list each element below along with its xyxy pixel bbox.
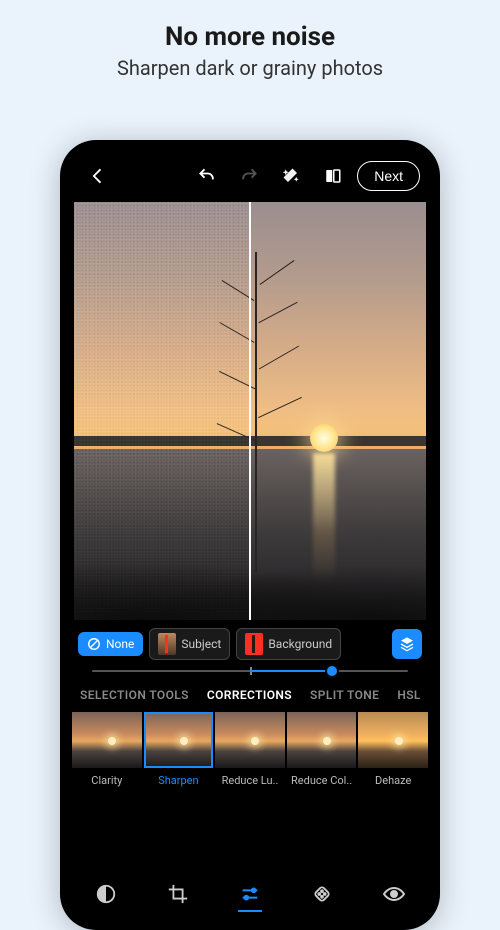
mask-subject-thumb (158, 633, 176, 655)
mask-subject-label: Subject (181, 637, 221, 651)
preset-reduce-luminance[interactable]: Reduce Lu.. (215, 712, 285, 787)
tab-selection-tools[interactable]: SELECTION TOOLS (80, 688, 189, 702)
nav-heal-icon[interactable] (302, 874, 342, 914)
layers-icon (399, 636, 415, 652)
layers-button[interactable] (392, 629, 422, 659)
auto-wand-icon[interactable] (273, 158, 309, 194)
preset-reduce-color[interactable]: Reduce Col.. (287, 712, 357, 787)
photo-preview[interactable] (74, 202, 426, 620)
phone-frame: Next None (60, 140, 440, 930)
preset-row: Clarity Sharpen Reduce Lu.. Reduce Col..… (70, 708, 430, 787)
back-icon[interactable] (80, 158, 116, 194)
preset-clarity[interactable]: Clarity (72, 712, 142, 787)
nav-adjust-icon[interactable] (230, 874, 270, 914)
compare-icon[interactable] (315, 158, 351, 194)
adjust-tabs: SELECTION TOOLS CORRECTIONS SPLIT TONE H… (70, 682, 430, 708)
mask-background-button[interactable]: Background (236, 628, 341, 660)
mask-background-thumb (245, 633, 263, 655)
prohibit-icon (87, 637, 101, 651)
redo-icon[interactable] (231, 158, 267, 194)
promo-subtitle: Sharpen dark or grainy photos (0, 56, 500, 80)
topbar: Next (70, 150, 430, 202)
preset-clarity-label: Clarity (72, 774, 142, 787)
noise-overlay-left (74, 202, 250, 620)
mask-subject-button[interactable]: Subject (149, 628, 230, 660)
photo-sun (310, 424, 338, 452)
nav-crop-icon[interactable] (158, 874, 198, 914)
preset-dehaze-label: Dehaze (358, 774, 428, 787)
preset-sharpen[interactable]: Sharpen (144, 712, 214, 787)
tab-corrections[interactable]: CORRECTIONS (207, 688, 292, 702)
undo-icon[interactable] (189, 158, 225, 194)
nav-redeye-icon[interactable] (374, 874, 414, 914)
promo-title: No more noise (0, 22, 500, 52)
bottom-nav (70, 872, 430, 920)
next-button[interactable]: Next (357, 161, 420, 191)
slider-thumb[interactable] (325, 664, 339, 678)
preset-sharpen-label: Sharpen (144, 774, 214, 787)
mask-none-button[interactable]: None (78, 632, 143, 656)
mask-background-label: Background (268, 637, 332, 651)
preset-dehaze[interactable]: Dehaze (358, 712, 428, 787)
nav-looks-icon[interactable] (86, 874, 126, 914)
preset-reduce-col-label: Reduce Col.. (287, 774, 357, 787)
app-screen: Next None (70, 150, 430, 920)
tab-split-tone[interactable]: SPLIT TONE (310, 688, 379, 702)
mask-row: None Subject Background (70, 620, 430, 664)
compare-divider[interactable] (249, 202, 251, 620)
tab-hsl[interactable]: HSL (397, 688, 421, 702)
adjust-slider[interactable] (70, 664, 430, 682)
preset-reduce-lum-label: Reduce Lu.. (215, 774, 285, 787)
mask-none-label: None (106, 637, 134, 651)
